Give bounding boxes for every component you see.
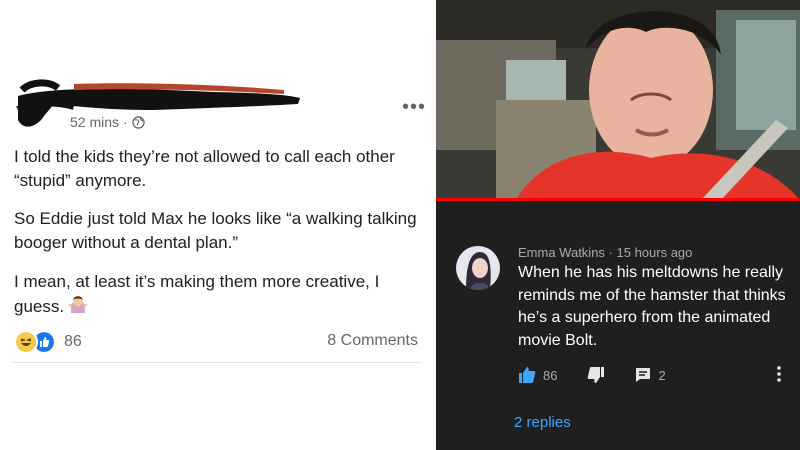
facebook-post: 52 mins · ••• I told the kids they’re no… [0,0,436,450]
post-meta: 52 mins · [70,114,145,130]
view-replies-link[interactable]: 2 replies [514,414,571,431]
video-progress-bar[interactable] [436,198,800,201]
comment-actions: 86 2 [518,366,666,384]
avatar[interactable] [456,246,500,290]
more-icon[interactable]: ••• [402,96,426,119]
comment-time: 15 hours ago [616,245,693,260]
thumbs-down-icon[interactable] [587,366,605,384]
divider [12,362,422,363]
shrug-emoji [68,296,88,313]
post-paragraph: I mean, at least it’s making them more c… [14,270,419,319]
post-paragraph: So Eddie just told Max he looks like “a … [14,209,417,252]
comments-link[interactable]: 8 Comments [327,332,418,350]
reactions-summary[interactable]: 86 [14,330,82,354]
redacted-name-scribble [16,79,300,127]
globe-icon [131,115,145,129]
post-paragraph: I told the kids they’re not allowed to c… [14,147,395,190]
like-count: 86 [543,367,558,383]
reply-count: 2 [658,367,666,383]
comment-author[interactable]: Emma Watkins [518,245,605,260]
post-time: 52 mins [70,114,120,130]
more-vert-icon[interactable] [774,364,784,384]
video-thumbnail[interactable] [436,0,800,200]
thumbs-up-icon[interactable] [518,366,536,384]
reply-icon[interactable] [635,367,651,383]
meta-separator: · [123,114,128,130]
reaction-count: 86 [64,333,82,350]
comment-header: Emma Watkins · 15 hours ago [518,245,692,260]
comment-text: When he has his meltdowns he really remi… [518,264,786,349]
meta-separator: · [608,245,617,260]
video-comment-panel: Emma Watkins · 15 hours ago When he has … [436,0,800,450]
haha-reaction-icon [14,330,38,354]
